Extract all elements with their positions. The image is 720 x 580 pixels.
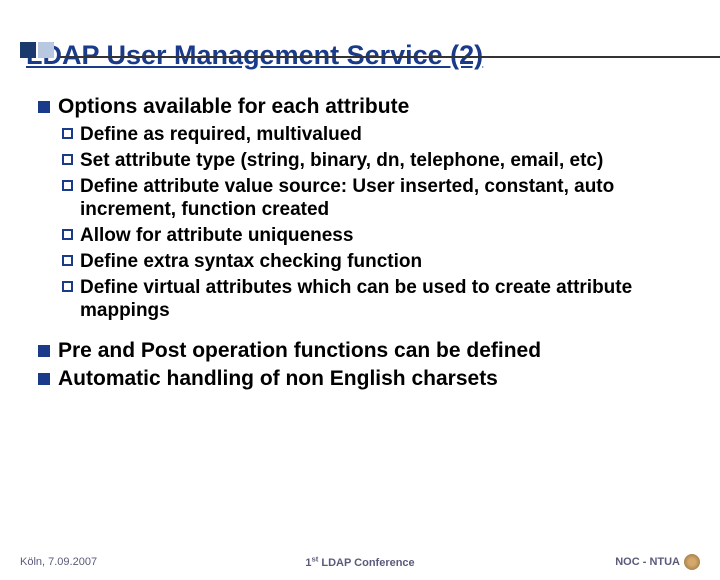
footer-org: NOC - NTUA xyxy=(615,554,700,570)
sub-bullet-text: Define attribute value source: User inse… xyxy=(80,175,700,223)
sub-bullet-item: Define virtual attributes which can be u… xyxy=(62,276,700,324)
sub-bullet-text: Define extra syntax checking function xyxy=(80,250,422,274)
hollow-bullet-icon xyxy=(62,281,73,292)
bullet-icon xyxy=(38,373,50,385)
hollow-bullet-icon xyxy=(62,255,73,266)
sub-bullet-item: Allow for attribute uniqueness xyxy=(62,224,700,248)
sub-bullet-item: Define extra syntax checking function xyxy=(62,250,700,274)
sub-bullet-text: Set attribute type (string, binary, dn, … xyxy=(80,149,603,173)
deco-square-dark xyxy=(20,42,36,58)
deco-line xyxy=(60,56,720,58)
bullet-item: Automatic handling of non English charse… xyxy=(38,367,700,391)
hollow-bullet-icon xyxy=(62,180,73,191)
sub-bullet-item: Define attribute value source: User inse… xyxy=(62,175,700,223)
sub-bullet-text: Allow for attribute uniqueness xyxy=(80,224,353,248)
hollow-bullet-icon xyxy=(62,229,73,240)
sub-bullet-text: Define as required, multivalued xyxy=(80,123,362,147)
sub-bullet-item: Set attribute type (string, binary, dn, … xyxy=(62,149,700,173)
hollow-bullet-icon xyxy=(62,154,73,165)
hollow-bullet-icon xyxy=(62,128,73,139)
bullet-item: Pre and Post operation functions can be … xyxy=(38,339,700,363)
sub-bullets: Define as required, multivalued Set attr… xyxy=(62,123,700,323)
slide-decoration xyxy=(20,40,720,58)
bullet-icon xyxy=(38,101,50,113)
bullet-item: Options available for each attribute xyxy=(38,95,700,119)
owl-logo-icon xyxy=(684,554,700,570)
sub-bullet-item: Define as required, multivalued xyxy=(62,123,700,147)
footer-conference: 1st LDAP Conference xyxy=(305,555,414,570)
bullet-icon xyxy=(38,345,50,357)
bullet-text: Pre and Post operation functions can be … xyxy=(58,339,541,363)
slide-content: Options available for each attribute Def… xyxy=(38,95,700,391)
bullet-text: Automatic handling of non English charse… xyxy=(58,367,498,391)
footer-date: Köln, 7.09.2007 xyxy=(20,556,97,568)
slide-footer: Köln, 7.09.2007 1st LDAP Conference NOC … xyxy=(0,554,720,570)
bullet-text: Options available for each attribute xyxy=(58,95,409,119)
deco-square-light xyxy=(38,42,54,58)
sub-bullet-text: Define virtual attributes which can be u… xyxy=(80,276,700,324)
